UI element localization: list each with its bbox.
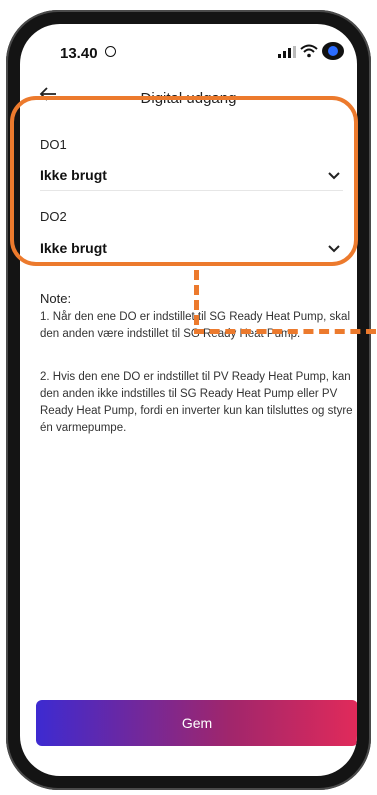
divider: [40, 190, 343, 191]
signal-icon: [278, 46, 296, 58]
wifi-icon: [300, 44, 318, 58]
divider: [40, 262, 343, 263]
chevron-down-icon[interactable]: [327, 244, 341, 254]
do2-label: DO2: [40, 209, 67, 224]
status-time: 13.40: [60, 45, 98, 62]
do1-value[interactable]: Ikke brugt: [40, 167, 107, 183]
note-item-2: 2. Hvis den ene DO er indstillet til PV …: [40, 371, 353, 434]
callout-line-horizontal: [194, 329, 376, 334]
chevron-down-icon[interactable]: [327, 171, 341, 181]
do1-label: DO1: [40, 137, 67, 152]
status-bar: 13.40: [20, 24, 357, 64]
top-bar: Digital udgang: [20, 76, 357, 116]
callout-line-vertical: [194, 270, 199, 325]
alarm-icon: [105, 46, 116, 57]
save-button[interactable]: Gem: [36, 700, 357, 746]
screen: 13.40 Digital udgang DO1 Ikke brugt DO2: [20, 24, 357, 776]
page-title: Digital udgang: [140, 90, 237, 107]
battery-icon: [322, 42, 344, 60]
do2-value[interactable]: Ikke brugt: [40, 240, 107, 256]
note-title: Note:: [40, 291, 72, 306]
